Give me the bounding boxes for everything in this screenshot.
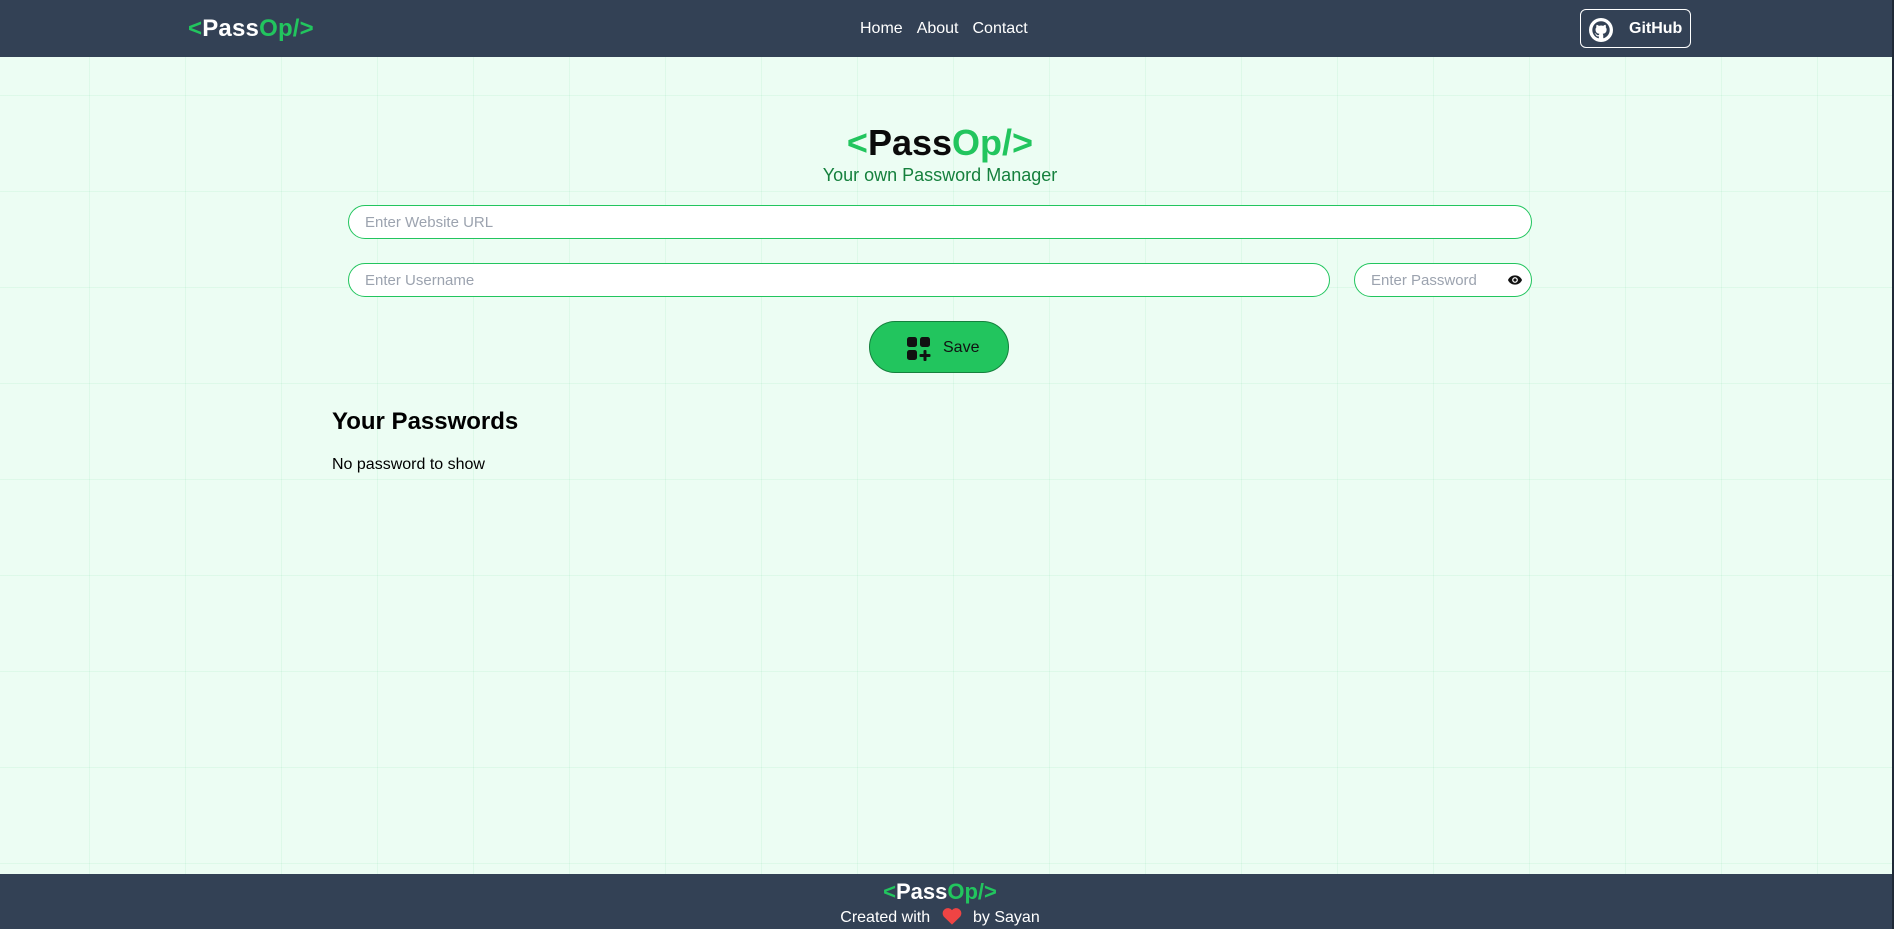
github-label: GitHub: [1629, 20, 1683, 37]
hero-logo: <PassOp/>: [0, 122, 1880, 164]
hero-tagline: Your own Password Manager: [822, 165, 1058, 185]
save-label: Save: [943, 339, 980, 356]
footer-logo: <PassOp/>: [0, 879, 1880, 905]
username-input[interactable]: [348, 263, 1330, 297]
passwords-section-title: Your Passwords: [332, 408, 519, 435]
navbar: <PassOp/> Home About Contact GitHub: [0, 0, 1894, 57]
nav-link-contact[interactable]: Contact: [973, 20, 1028, 38]
credit-suffix: by Sayan: [973, 909, 1040, 926]
github-button[interactable]: GitHub: [1580, 9, 1691, 48]
footer-logo-pass: Pass: [895, 879, 948, 904]
footer-logo-open-bracket: <: [883, 879, 896, 904]
add-grid-icon: [907, 337, 931, 361]
logo-op: Op/>: [259, 15, 314, 42]
github-icon: [1589, 18, 1613, 42]
credit-prefix: Created with: [840, 909, 931, 926]
footer-credit: Created with by Sayan: [0, 907, 1880, 927]
footer: <PassOp/> Created with by Sayan: [0, 874, 1894, 929]
website-url-input[interactable]: [348, 205, 1532, 239]
nav-link-home[interactable]: Home: [860, 20, 903, 38]
footer-logo-op: Op/>: [947, 879, 997, 904]
eye-icon[interactable]: [1506, 272, 1524, 288]
nav-links: Home About Contact: [860, 20, 1028, 38]
save-button[interactable]: Save: [869, 321, 1009, 373]
password-field: [1354, 263, 1532, 297]
hero-logo-open-bracket: <: [846, 122, 868, 163]
heart-icon: [942, 908, 961, 925]
hero-logo-pass: Pass: [867, 122, 953, 163]
empty-state-message: No password to show: [332, 456, 485, 473]
nav-logo[interactable]: <PassOp/>: [188, 15, 314, 43]
nav-link-about[interactable]: About: [917, 20, 959, 38]
hero-logo-op: Op/>: [952, 122, 1034, 163]
logo-pass: Pass: [202, 15, 260, 42]
logo-open-bracket: <: [188, 15, 203, 42]
